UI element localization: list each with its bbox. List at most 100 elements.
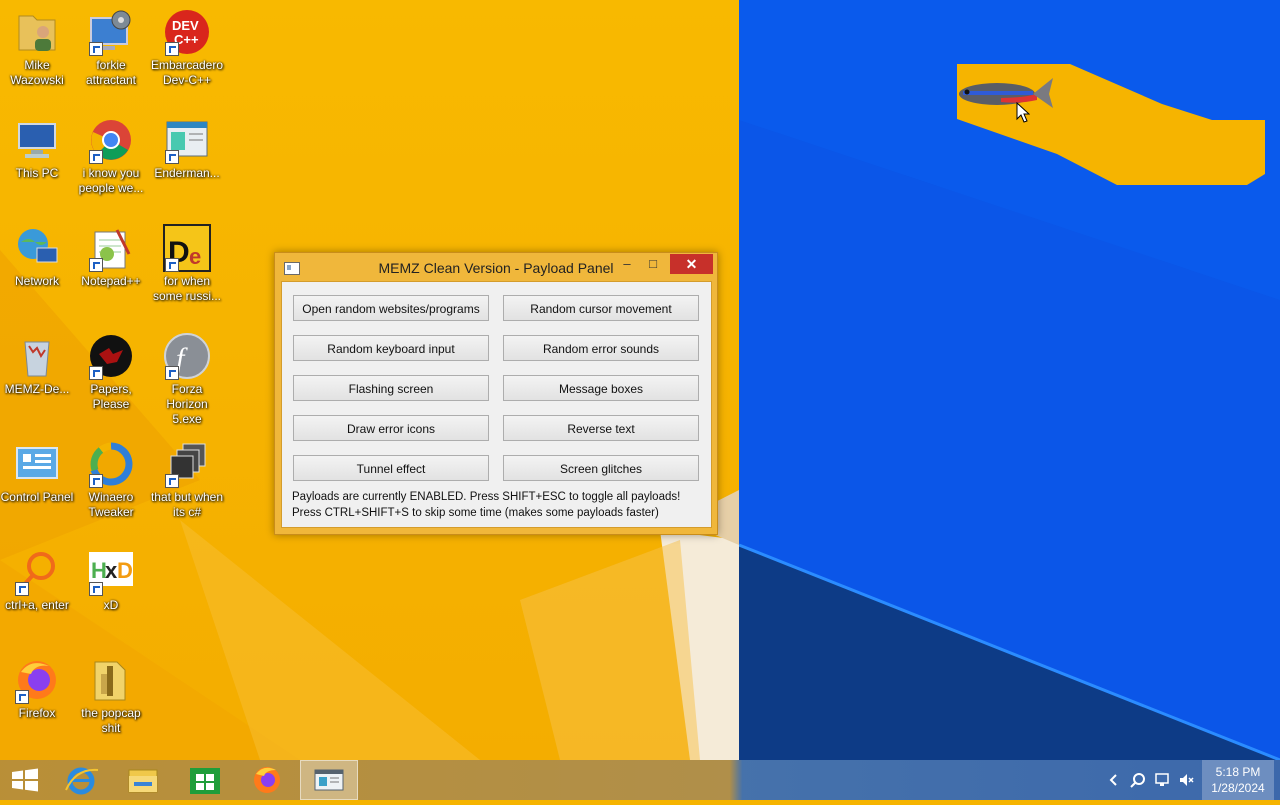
svg-text:D: D — [117, 558, 133, 583]
shortcut-arrow-icon — [165, 150, 179, 164]
desktop-icon-control-panel[interactable]: Control Panel — [0, 436, 74, 505]
clock[interactable]: 5:18 PM 1/28/2024 — [1202, 760, 1274, 800]
folder-user-icon — [18, 15, 56, 51]
firefox-icon — [254, 767, 280, 793]
desktop-icon-russi[interactable]: De for when some russi... — [150, 220, 224, 304]
desktop-icon-network[interactable]: Network — [0, 220, 74, 289]
desktop-icon-label: ctrl+a, enter — [5, 598, 69, 612]
store-icon — [190, 768, 220, 794]
desktop-icon-papers-please[interactable]: Papers, Please — [74, 328, 148, 412]
desktop-icon-label: Papers, Please — [90, 382, 132, 411]
desktop-icon-mike-wazowski[interactable]: Mike Wazowski — [0, 4, 74, 88]
payload-button-draw-error-icons[interactable]: Draw error icons — [293, 415, 489, 441]
shortcut-arrow-icon — [165, 258, 179, 272]
desktop-icon-cs[interactable]: that but when its c# — [150, 436, 224, 520]
taskbar-firefox[interactable] — [238, 760, 296, 800]
memz-window-icon — [314, 769, 344, 791]
shortcut-arrow-icon — [15, 690, 29, 704]
shortcut-arrow-icon — [165, 474, 179, 488]
payload-button-open-random-websites[interactable]: Open random websites/programs — [293, 295, 489, 321]
shortcut-arrow-icon — [165, 42, 179, 56]
taskbar-file-explorer[interactable] — [114, 760, 172, 800]
desktop-icon-label: i know you people we... — [78, 166, 144, 195]
clock-date: 1/28/2024 — [1211, 781, 1265, 795]
close-button[interactable]: ✕ — [670, 254, 713, 274]
screen-glitch-area — [957, 64, 1265, 185]
shortcut-arrow-icon — [165, 366, 179, 380]
desktop-icon-forza[interactable]: f Forza Horizon 5.exe — [150, 328, 224, 427]
desktop-icon-xd[interactable]: HxD xD — [74, 544, 148, 613]
memz-payload-window: MEMZ Clean Version - Payload Panel – □ ✕… — [274, 252, 718, 535]
payload-button-message-boxes[interactable]: Message boxes — [503, 375, 699, 401]
shortcut-arrow-icon — [89, 366, 103, 380]
desktop-icon-ctrl-a-enter[interactable]: ctrl+a, enter — [0, 544, 74, 613]
desktop-icon-label: This PC — [15, 166, 59, 180]
skip-time-hint-text: Press CTRL+SHIFT+S to skip some time (ma… — [292, 507, 659, 519]
desktop-icon-label: xD — [103, 598, 119, 612]
desktop-icon-label: Control Panel — [0, 490, 74, 504]
taskbar-store[interactable] — [176, 760, 234, 800]
taskbar: 5:18 PM 1/28/2024 — [0, 760, 1280, 800]
desktop-icon-memz[interactable]: MEMZ-De... — [0, 328, 74, 397]
desktop-icon-label: that but when its c# — [150, 490, 224, 519]
computer-icon — [18, 123, 56, 158]
payload-button-tunnel-effect[interactable]: Tunnel effect — [293, 455, 489, 481]
desktop-icon-chrome[interactable]: i know you people we... — [74, 112, 148, 196]
folder-zip-icon — [94, 661, 126, 701]
desktop-icon-label: Enderman... — [154, 166, 220, 180]
search-icon[interactable] — [1130, 772, 1146, 788]
maximize-button[interactable]: □ — [645, 254, 661, 274]
network-icon[interactable] — [1154, 772, 1170, 788]
title-bar[interactable]: MEMZ Clean Version - Payload Panel – □ ✕ — [275, 253, 717, 281]
svg-text:DEV: DEV — [172, 18, 199, 33]
desktop-icon-label: Mike Wazowski — [10, 58, 64, 87]
desktop-icon-label: the popcap shit — [81, 706, 141, 735]
desktop-icon-label: Winaero Tweaker — [88, 490, 134, 519]
desktop-icon-devcpp[interactable]: DEV C++ Embarcadero Dev-C++ — [150, 4, 224, 88]
internet-explorer-icon — [65, 767, 99, 795]
shortcut-arrow-icon — [89, 150, 103, 164]
desktop-icon-winaero[interactable]: Winaero Tweaker — [74, 436, 148, 520]
desktop-icon-label: forkie attractant — [85, 58, 137, 87]
payload-button-screen-glitches[interactable]: Screen glitches — [503, 455, 699, 481]
shortcut-arrow-icon — [15, 582, 29, 596]
desktop-icon-label: Network — [14, 274, 59, 288]
desktop-icon-firefox[interactable]: Firefox — [0, 652, 74, 721]
shortcut-arrow-icon — [89, 474, 103, 488]
desktop: Mike Wazowski This PC Network MEMZ-De...… — [0, 0, 1280, 760]
chevron-icon[interactable] — [1106, 772, 1122, 788]
desktop-icon-label: Firefox — [18, 706, 56, 720]
desktop-icon-label: Notepad++ — [81, 274, 141, 288]
desktop-icon-forkie[interactable]: forkie attractant — [74, 4, 148, 88]
mouse-cursor-icon — [1016, 102, 1030, 123]
control-panel-icon — [16, 447, 58, 479]
file-explorer-icon — [128, 769, 158, 793]
desktop-icon-label: MEMZ-De... — [4, 382, 70, 396]
payload-button-random-keyboard-input[interactable]: Random keyboard input — [293, 335, 489, 361]
desktop-icon-this-pc[interactable]: This PC — [0, 112, 74, 181]
clock-time: 5:18 PM — [1215, 765, 1261, 779]
shortcut-arrow-icon — [89, 582, 103, 596]
desktop-icon-label: Embarcadero Dev-C++ — [150, 58, 224, 87]
desktop-icon-notepadpp[interactable]: Notepad++ — [74, 220, 148, 289]
desktop-icon-label: Forza Horizon 5.exe — [166, 382, 208, 426]
desktop-icon-label: for when some russi... — [152, 274, 221, 303]
payload-button-reverse-text[interactable]: Reverse text — [503, 415, 699, 441]
desktop-icon-popcap[interactable]: the popcap shit — [74, 652, 148, 736]
shortcut-arrow-icon — [89, 42, 103, 56]
taskbar-internet-explorer[interactable] — [52, 760, 110, 800]
recycle-bin-icon — [24, 341, 50, 377]
minimize-button[interactable]: – — [619, 254, 635, 274]
taskbar-memz-window[interactable] — [300, 760, 358, 800]
payload-button-flashing-screen[interactable]: Flashing screen — [293, 375, 489, 401]
payload-button-random-cursor-movement[interactable]: Random cursor movement — [503, 295, 699, 321]
start-button[interactable] — [0, 760, 58, 800]
glitch-shape — [957, 64, 1265, 185]
desktop-icon-enderman[interactable]: Enderman... — [150, 112, 224, 181]
payload-panel: Open random websites/programs Random cur… — [281, 281, 712, 528]
payload-status-text: Payloads are currently ENABLED. Press SH… — [292, 491, 681, 503]
volume-muted-icon[interactable] — [1178, 772, 1194, 788]
windows-start-icon — [12, 768, 38, 792]
svg-text:e: e — [189, 244, 201, 269]
payload-button-random-error-sounds[interactable]: Random error sounds — [503, 335, 699, 361]
